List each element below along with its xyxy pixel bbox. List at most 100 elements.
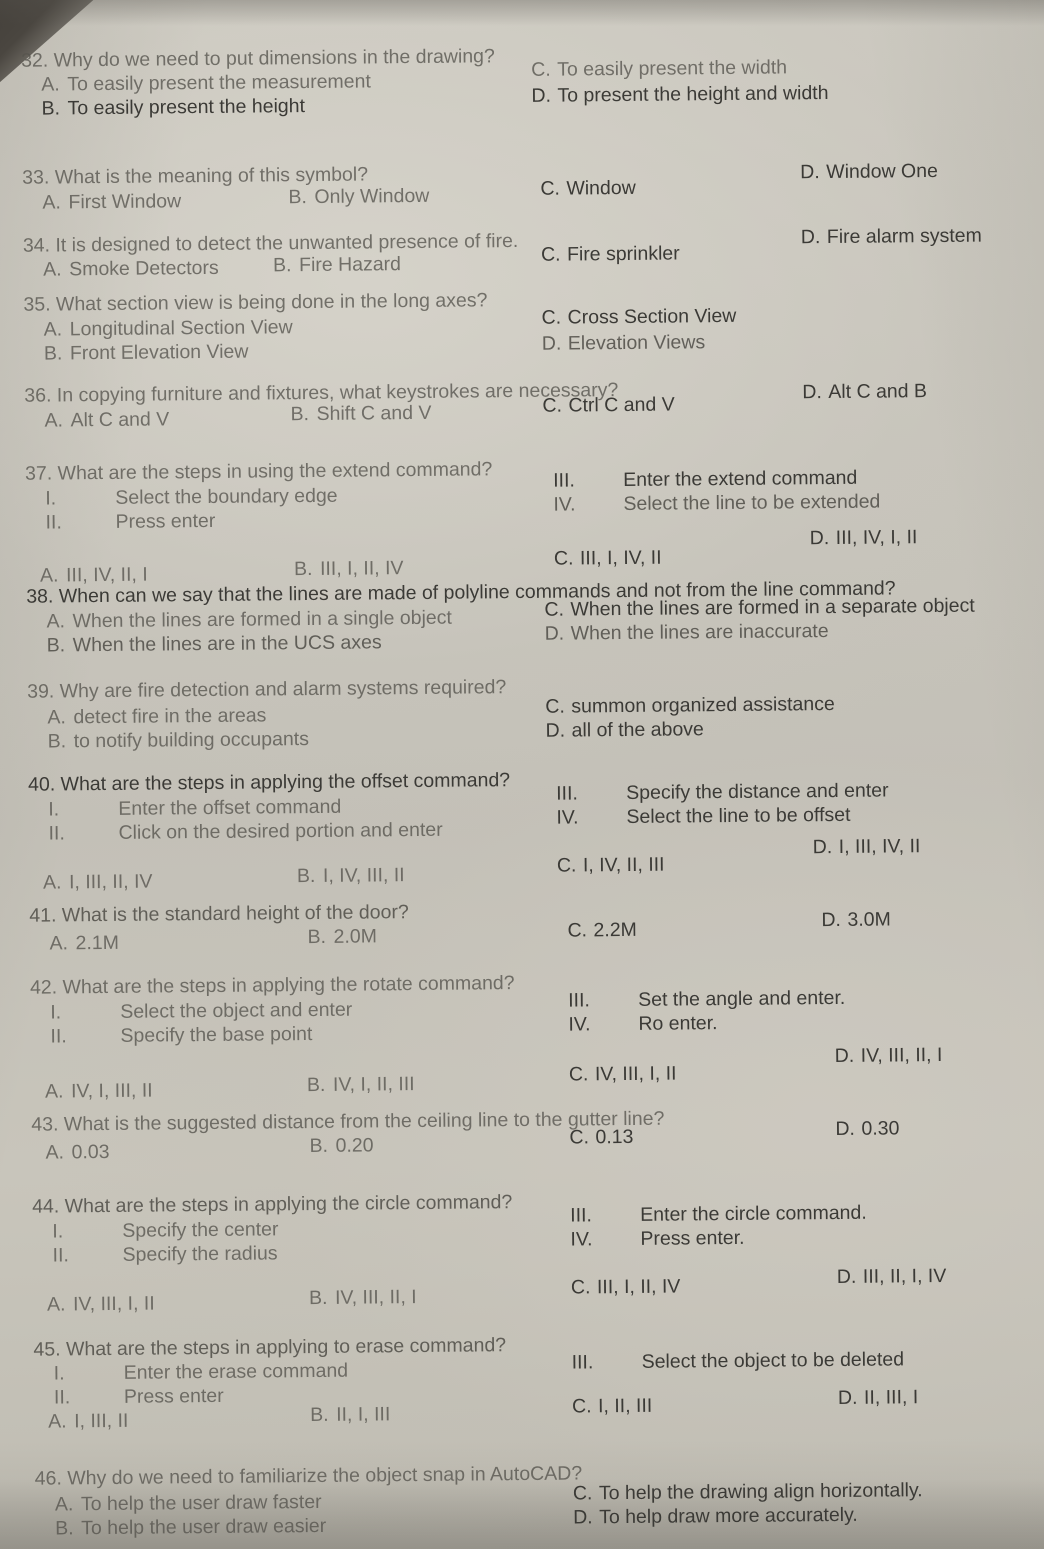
option-label: D. — [809, 527, 830, 550]
option-label: C. — [542, 394, 563, 417]
option-text: IV, I, III, II — [70, 1079, 153, 1103]
option-b: B. Front Elevation View — [44, 341, 249, 366]
option-label: B. — [310, 1403, 329, 1427]
option-text: When the lines are in the UCS axes — [72, 631, 382, 657]
option-d: D. IV, III, II, I — [835, 1044, 943, 1068]
option-label: A. — [44, 409, 64, 432]
question-number: 35. — [23, 293, 51, 316]
option-text: To help the user draw faster — [80, 1490, 322, 1516]
option-label: B. — [47, 730, 67, 753]
step-text: Specify the radius — [122, 1242, 278, 1266]
option-label: A. — [46, 610, 66, 633]
option-label: A. — [39, 564, 59, 587]
option-text: Shift C and V — [316, 401, 432, 425]
option-text: III, I, IV, II — [579, 546, 662, 570]
option-label: D. — [834, 1044, 855, 1068]
step-item: IV. Select the line to be offset — [556, 804, 850, 830]
step-numeral: IV. — [556, 806, 579, 829]
option-d: D. 3.0M — [821, 908, 891, 932]
question-text: What are the steps in using the extend c… — [57, 458, 493, 485]
option-label: B. — [43, 342, 63, 365]
question-text: What are the steps in applying to erase … — [65, 1334, 507, 1361]
step-numeral: III. — [556, 782, 578, 805]
option-c: C. 2.2M — [567, 919, 637, 943]
option-d: D. III, II, I, IV — [837, 1265, 947, 1289]
step-numeral: I. — [48, 798, 60, 821]
option-c: C. Window — [540, 177, 636, 201]
question-stem: 44. What are the steps in applying the c… — [32, 1191, 512, 1219]
question-text: What are the steps in applying the offse… — [60, 769, 511, 796]
option-label: A. — [42, 191, 62, 214]
option-text: Longitudinal Section View — [69, 316, 293, 341]
option-text: Ctrl C and V — [568, 393, 675, 417]
step-numeral: I. — [52, 1220, 64, 1243]
option-a: A. When the lines are formed in a single … — [46, 607, 452, 634]
option-a: A. IV, III, I, II — [47, 1293, 155, 1317]
step-item: II. Press enter — [45, 510, 215, 535]
option-a: A. 0.03 — [46, 1141, 110, 1165]
option-c: C. To help the drawing align horizontally… — [573, 1479, 923, 1505]
step-item: III. Specify the distance and enter — [556, 779, 889, 805]
option-a: A. First Window — [42, 190, 181, 214]
step-text: Select the line to be extended — [623, 490, 881, 516]
option-label: D. — [836, 1265, 857, 1288]
step-item: I. Enter the offset command — [48, 796, 341, 822]
option-label: A. — [47, 706, 66, 729]
question-block: 36. In copying furniture and fixtures, w… — [0, 375, 1040, 432]
option-label: C. — [531, 58, 551, 81]
step-item: I. Specify the center — [52, 1218, 278, 1243]
option-label: D. — [573, 1506, 593, 1529]
option-b: B. IV, III, II, I — [309, 1286, 417, 1310]
step-text: Enter the circle command. — [640, 1201, 867, 1226]
option-label: C. — [545, 695, 565, 718]
option-text: To help the user draw easier — [81, 1514, 327, 1540]
step-text: Enter the erase command — [123, 1359, 349, 1384]
option-text: Front Elevation View — [69, 340, 249, 365]
question-stem: 45. What are the steps in applying to er… — [33, 1334, 506, 1362]
question-number: 43. — [31, 1113, 59, 1136]
option-c: C. When the lines are formed in a separat… — [544, 595, 975, 622]
option-b: B. Only Window — [288, 185, 429, 209]
step-item: IV. Select the line to be extended — [553, 491, 880, 517]
step-item: I. Enter the erase command — [54, 1360, 349, 1386]
option-text: IV, III, I, II — [72, 1292, 155, 1316]
question-stem: 46. Why do we need to familiarize the ob… — [35, 1462, 583, 1490]
step-item: III. Set the angle and enter. — [568, 987, 845, 1013]
question-number: 39. — [27, 680, 55, 703]
option-c: C. III, I, II, IV — [571, 1276, 681, 1300]
step-numeral: III. — [571, 1351, 594, 1374]
option-d: D. 0.30 — [835, 1117, 899, 1141]
option-label: A. — [43, 258, 62, 281]
question-text: Why do we need to familiarize the object… — [67, 1462, 583, 1490]
step-item: IV. Press enter. — [570, 1227, 744, 1252]
step-numeral: I. — [53, 1362, 65, 1385]
option-a: A. I, III, II — [48, 1410, 128, 1434]
question-text: What is the standard height of the door? — [61, 901, 409, 927]
step-text: Specify the base point — [120, 1023, 313, 1047]
option-c: C. 0.13 — [569, 1126, 633, 1150]
option-d: D. Window One — [800, 160, 938, 184]
question-block: 44. What are the steps in applying the c… — [4, 1186, 1044, 1315]
step-numeral: II. — [53, 1386, 71, 1409]
question-stem: 37. What are the steps in using the exte… — [25, 458, 492, 485]
option-label: A. — [48, 1410, 67, 1433]
option-label: B. — [273, 254, 292, 277]
option-b: B. 2.0M — [307, 925, 377, 949]
option-label: B. — [307, 925, 327, 949]
option-label: C. — [571, 1395, 592, 1418]
step-text: Select the line to be offset — [626, 803, 851, 828]
question-text: Why do we need to put dimensions in the … — [53, 45, 495, 72]
question-text: Why are fire detection and alarm systems… — [59, 676, 507, 703]
option-label: D. — [800, 161, 820, 184]
option-text: To help draw more accurately. — [599, 1503, 858, 1529]
option-text: 0.03 — [71, 1140, 110, 1164]
step-item: III. Enter the extend command — [553, 467, 857, 493]
option-a: A. I, III, II, IV — [43, 871, 153, 895]
option-d: D. Fire alarm system — [801, 225, 982, 250]
step-text: Press enter. — [640, 1226, 745, 1250]
option-text: To present the height and width — [557, 82, 829, 107]
step-text: Specify the center — [122, 1218, 279, 1242]
step-item: III. Enter the circle command. — [570, 1202, 867, 1228]
step-numeral: IV. — [570, 1228, 593, 1251]
option-text: Smoke Detectors — [69, 256, 219, 281]
